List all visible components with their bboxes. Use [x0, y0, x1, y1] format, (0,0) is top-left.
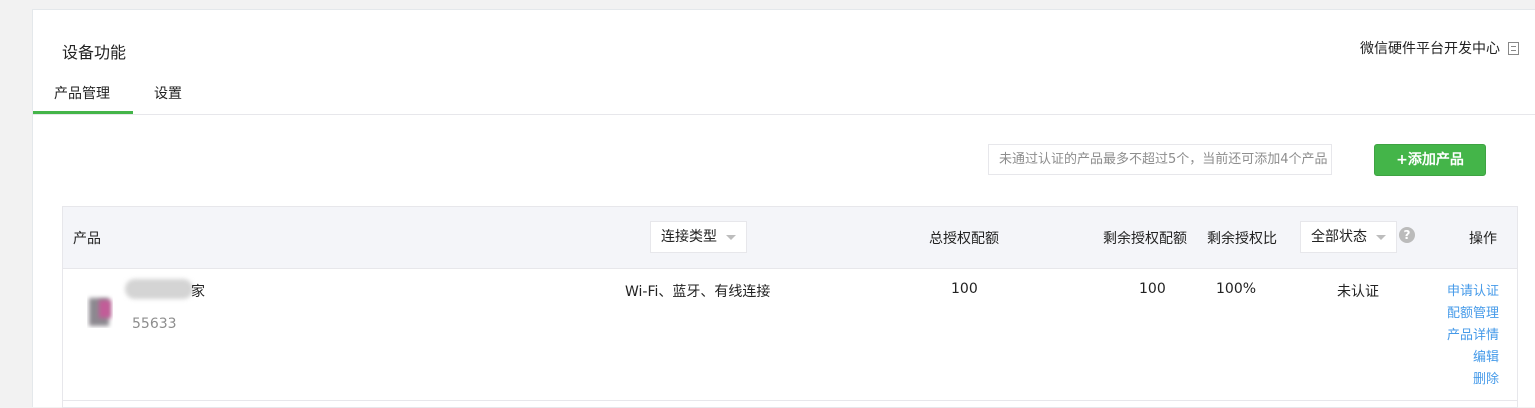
remaining-ratio-cell: 100% [1216, 281, 1257, 297]
dev-center-label: 微信硬件平台开发中心 [1360, 41, 1500, 57]
header-total-quota: 总授权配额 [929, 231, 999, 247]
tab-product-management[interactable]: 产品管理 [54, 83, 110, 103]
active-tab-indicator [33, 111, 133, 114]
remaining-quota-cell: 100 [1139, 281, 1166, 297]
table-row: 家 55633 Wi-Fi、蓝牙、有线连接 100 100 100% 未认证 申… [63, 268, 1517, 401]
product-name: 家 [191, 284, 205, 300]
table-header: 产品 连接类型 总授权配额 剩余授权配额 剩余授权比 全部状态 ? 操作 [63, 207, 1517, 269]
tab-settings[interactable]: 设置 [154, 83, 182, 103]
status-filter-dropdown[interactable]: 全部状态 [1300, 221, 1397, 253]
page-title: 设备功能 [62, 43, 127, 62]
product-details-link[interactable]: 产品详情 [1447, 325, 1499, 347]
status-filter-label: 全部状态 [1311, 229, 1367, 245]
product-limit-notice: 未通过认证的产品最多不超过5个，当前还可添加4个产品 [988, 144, 1332, 175]
header-remaining-ratio: 剩余授权比 [1207, 231, 1277, 247]
connection-cell: Wi-Fi、蓝牙、有线连接 [625, 284, 771, 300]
header-remaining-quota: 剩余授权配额 [1103, 231, 1187, 247]
product-thumbnail [87, 290, 113, 328]
document-icon [1508, 41, 1519, 55]
apply-certification-link[interactable]: 申请认证 [1447, 281, 1499, 303]
tab-bar: 产品管理 设置 [33, 66, 1535, 115]
total-quota-cell: 100 [951, 281, 978, 297]
chevron-down-icon [1376, 235, 1386, 240]
product-name-redacted [125, 279, 193, 299]
add-product-button[interactable]: +添加产品 [1374, 144, 1486, 176]
chevron-down-icon [726, 235, 736, 240]
help-icon[interactable]: ? [1399, 227, 1415, 243]
product-table: 产品 连接类型 总授权配额 剩余授权配额 剩余授权比 全部状态 ? 操作 家 5… [62, 206, 1518, 408]
product-id: 55633 [132, 316, 177, 332]
quota-management-link[interactable]: 配额管理 [1447, 303, 1499, 325]
connection-type-label: 连接类型 [661, 229, 717, 245]
connection-type-dropdown[interactable]: 连接类型 [650, 221, 747, 253]
status-cell: 未认证 [1337, 284, 1379, 300]
dev-center-link[interactable]: 微信硬件平台开发中心 [1360, 38, 1519, 58]
edit-link[interactable]: 编辑 [1473, 347, 1499, 369]
delete-link[interactable]: 删除 [1473, 369, 1499, 391]
header-product: 产品 [73, 231, 101, 247]
row-actions: 申请认证 配额管理 产品详情 编辑 删除 [1447, 281, 1499, 391]
header-actions: 操作 [1469, 231, 1497, 247]
